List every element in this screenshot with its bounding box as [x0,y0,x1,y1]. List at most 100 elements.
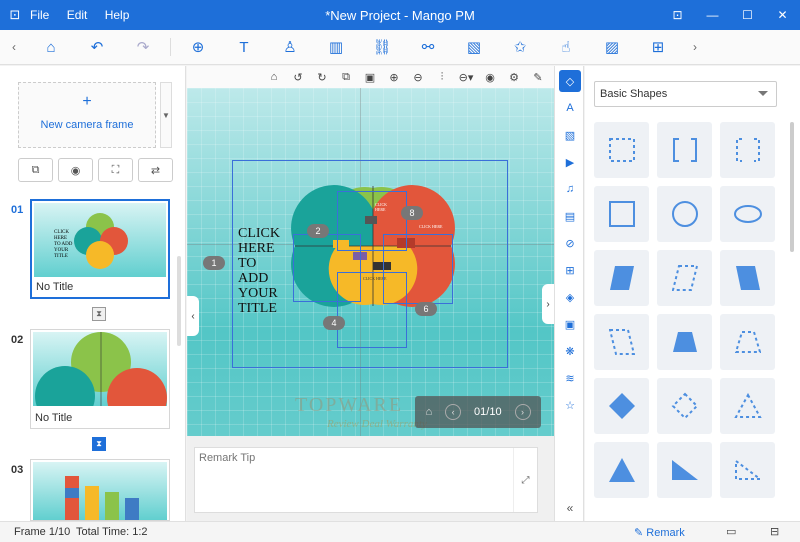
shapes-scrollbar[interactable] [790,122,794,252]
remark-toggle-button[interactable]: ✎ Remark [634,526,685,539]
ellipse-shape[interactable] [720,186,775,242]
align-icon[interactable]: ⫶ [430,71,454,84]
circle-shape[interactable] [657,186,712,242]
more-icon[interactable]: ⊞ [635,32,681,62]
pin-icon[interactable]: ⊡ [660,0,695,30]
square-shape[interactable] [594,186,649,242]
image-icon[interactable]: ▧ [451,32,497,62]
home-frame-icon[interactable]: ⌂ [425,406,432,418]
shape-category-select[interactable]: Basic Shapes [594,81,777,107]
add-icon[interactable]: ⊕ [175,32,221,62]
collapse-left-panel-button[interactable]: ‹ [187,296,199,336]
transition-icon[interactable]: ⧗ [92,437,106,451]
touch-icon[interactable]: ☝ [543,32,589,62]
dashed-parallelogram-shape[interactable] [657,250,712,306]
widget-icon[interactable]: ⊞ [559,259,581,281]
flash-icon[interactable]: ⊘ [559,232,581,254]
menu-help[interactable]: Help [105,8,130,22]
star-icon[interactable]: ☆ [559,394,581,416]
chart-icon[interactable]: ▥ [313,32,359,62]
image-icon[interactable]: ▧ [559,124,581,146]
dashed-triangle-shape[interactable] [720,378,775,434]
frame-badge[interactable]: 4 [323,316,345,330]
dashed-bracket-shape[interactable] [720,122,775,178]
frame-badge[interactable]: 6 [415,302,437,316]
minimize-button[interactable]: — [695,0,730,30]
mango-pm-icon[interactable]: ⊡ [0,7,30,23]
close-button[interactable]: ✕ [765,0,800,30]
frame-thumbnail-1[interactable]: CLICK HERE TO ADD YOUR TITLE No Title [30,199,170,299]
home-icon[interactable]: ⌂ [28,32,74,62]
zoom-in-icon[interactable]: ⊕ [382,71,406,84]
square-bracket-shape[interactable] [657,122,712,178]
dashed-trapezoid-outline-shape[interactable] [720,314,775,370]
star-icon[interactable]: ✩ [497,32,543,62]
frame-badge[interactable]: 2 [307,224,329,238]
camera-frame-dropdown[interactable]: ▼ [160,82,172,148]
music-icon[interactable]: ♫ [559,178,581,200]
folder-icon[interactable]: ⊟ [770,525,779,538]
maximize-button[interactable]: ☐ [730,0,765,30]
new-camera-frame-button[interactable]: + New camera frame [18,82,156,148]
undo-icon[interactable]: ↶ [74,32,120,62]
copy-icon[interactable]: ⧉ [334,71,358,84]
presentation-canvas[interactable]: CLICK HERE CLICK HERE CLICK HERE 1 2 4 6… [187,88,554,436]
remark-input[interactable] [195,448,513,512]
expand-icon[interactable]: ⤢ [513,448,537,512]
parallelogram-shape[interactable] [594,250,649,306]
frame-badge[interactable]: 1 [203,256,225,270]
home-view-icon[interactable]: ⌂ [262,71,286,83]
trapezoid-shape[interactable] [657,314,712,370]
frame-badge[interactable]: 8 [401,206,423,220]
speech-bubble-icon[interactable]: ▤ [559,205,581,227]
effects-icon[interactable]: ❋ [559,340,581,362]
rotate-left-icon[interactable]: ↺ [286,71,310,84]
settings-icon[interactable]: ⚙ [502,71,526,84]
swap-icon[interactable]: ⇄ [138,158,173,182]
background-icon[interactable]: ▨ [589,32,635,62]
presentation-icon[interactable]: ▭ [726,525,736,538]
right-triangle-shape[interactable] [657,442,712,498]
screenshot-icon[interactable]: ◉ [478,71,502,84]
toolbar-scroll-left[interactable]: ‹ [0,40,28,54]
triangle-shape[interactable] [594,442,649,498]
transition-icon[interactable]: ⧗ [92,307,106,321]
paste-icon[interactable]: ▣ [358,71,382,84]
frame-thumbnail-3[interactable] [30,459,170,521]
expand-right-panel-button[interactable]: › [542,284,554,324]
camera-frame-outline[interactable] [383,234,453,304]
svg-icon[interactable]: ◈ [559,286,581,308]
title-placeholder-text[interactable]: CLICK HERE TO ADD YOUR TITLE [238,226,298,316]
crop-icon[interactable]: ⛶ [98,158,133,182]
diagram-icon[interactable]: ⛓ [359,32,405,62]
menu-edit[interactable]: Edit [67,8,88,22]
next-frame-button[interactable]: › [514,404,531,420]
toolbar-scroll-right[interactable]: › [681,40,709,54]
camera-icon[interactable]: ◉ [58,158,93,182]
copy-frame-icon[interactable]: ⧉ [18,158,53,182]
rotate-right-icon[interactable]: ↻ [310,71,334,84]
link-icon[interactable]: ⚯ [405,32,451,62]
reverse-parallelogram-shape[interactable] [720,250,775,306]
dashed-right-triangle-shape[interactable] [720,442,775,498]
frames-scrollbar[interactable] [177,256,181,346]
dashed-trapezoid-shape[interactable] [594,314,649,370]
html-icon[interactable]: ▣ [559,313,581,335]
previous-frame-button[interactable]: ‹ [445,404,462,420]
menu-file[interactable]: File [30,8,49,22]
shapes-icon[interactable]: ◇ [559,70,581,92]
redo-icon[interactable]: ↷ [120,32,166,62]
text-icon[interactable]: T [221,32,267,62]
layers-icon[interactable]: ≋ [559,367,581,389]
dashed-diamond-shape[interactable] [657,378,712,434]
text-icon[interactable]: A [559,97,581,119]
video-icon[interactable]: ▶ [559,151,581,173]
diamond-shape[interactable] [594,378,649,434]
edit-icon[interactable]: ✎ [526,71,550,84]
dashed-rectangle-shape[interactable] [594,122,649,178]
frame-thumbnail-2[interactable]: No Title [30,329,170,429]
person-icon[interactable]: ♙ [267,32,313,62]
collapse-double-chevron-icon[interactable]: « [559,501,581,515]
zoom-out-icon[interactable]: ⊖ [406,71,430,84]
lock-icon[interactable]: ⊖▾ [454,71,478,84]
